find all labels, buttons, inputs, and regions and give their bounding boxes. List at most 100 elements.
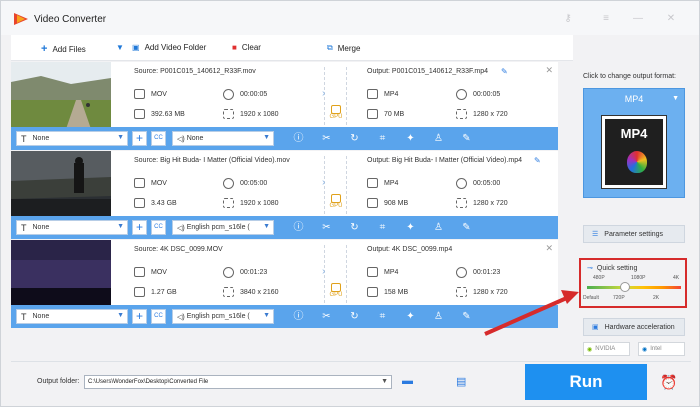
source-resolution: 3840 x 2160	[223, 287, 279, 297]
cut-icon[interactable]: ✂	[320, 132, 333, 145]
clock-icon	[223, 178, 234, 189]
add-video-folder-button[interactable]: ▣ Add Video Folder	[132, 43, 206, 52]
key-icon[interactable]: ⚷	[562, 13, 574, 25]
chevron-down-icon: ▼	[263, 223, 270, 230]
merge-button[interactable]: ⧉ Merge	[327, 43, 360, 53]
output-format-name: MP4	[624, 94, 644, 104]
output-size: 70 MB	[367, 109, 404, 119]
browse-folder-icon[interactable]: ▬	[402, 375, 416, 387]
toolbar: + Add Files ▼ ▣ Add Video Folder ■ Clear ⧉ M…	[11, 35, 573, 61]
edit-icon[interactable]: ✎	[460, 310, 473, 323]
output-folder-value: C:\Users\WonderFox\Desktop\Converted Fil…	[88, 379, 209, 385]
merge-icon: ⧉	[327, 43, 333, 52]
crop-icon[interactable]: ⌗	[376, 132, 389, 145]
run-button[interactable]: Run	[525, 364, 647, 400]
hardware-acceleration-button[interactable]: ▣ Hardware acceleration	[583, 318, 685, 336]
output-size: 908 MB	[367, 198, 408, 208]
edit-output-name-icon[interactable]: ✎	[501, 67, 508, 76]
cc-subtitle-button[interactable]: CC	[151, 309, 166, 324]
add-files-dropdown-icon[interactable]: ▼	[116, 43, 124, 52]
source-size-value: 1.27 GB	[151, 288, 177, 296]
add-files-button[interactable]: + Add Files	[41, 43, 86, 55]
gpu-chip-icon	[331, 105, 341, 114]
close-icon[interactable]: ✕	[665, 13, 677, 25]
audio-track-select[interactable]: ◁) English pcm_s16le (▼	[172, 220, 274, 235]
cc-subtitle-button[interactable]: CC	[151, 220, 166, 235]
arrow-right-icon: ›	[322, 88, 326, 99]
output-format: MP4	[367, 89, 398, 99]
quality-slider-handle[interactable]	[619, 282, 630, 292]
source-size: 392.63 MB	[134, 109, 185, 119]
effects-icon[interactable]: ✦	[404, 310, 417, 323]
intel-label: Intel	[650, 346, 662, 352]
output-resolution-value: 1280 x 720	[473, 199, 508, 207]
subtitle-select[interactable]: T None ▼	[16, 131, 128, 146]
crop-icon[interactable]: ⌗	[376, 310, 389, 323]
rotate-icon[interactable]: ↻	[348, 221, 361, 234]
output-filename: Output: P001C015_140612_R33F.mp4	[367, 68, 489, 75]
clock-icon	[456, 178, 467, 189]
quality-slider-track[interactable]	[587, 286, 681, 289]
output-resolution-value: 1280 x 720	[473, 110, 508, 118]
video-format-icon	[367, 178, 378, 188]
video-format-icon	[134, 89, 145, 99]
edit-icon[interactable]: ✎	[460, 221, 473, 234]
cc-subtitle-button[interactable]: CC	[151, 131, 166, 146]
quick-setting-header: ⊸ Quick setting	[587, 264, 638, 273]
nvidia-logo-icon: ◉	[587, 346, 593, 353]
gpu-badge: GPU	[329, 194, 343, 210]
source-filename: Source: 4K DSC_0099.MOV	[134, 246, 223, 253]
edit-output-name-icon[interactable]: ✎	[534, 156, 541, 165]
edit-icon[interactable]: ✎	[460, 132, 473, 145]
clear-button[interactable]: ■ Clear	[232, 43, 261, 52]
rotate-icon[interactable]: ↻	[348, 310, 361, 323]
quality-label-default: Default	[583, 295, 599, 301]
crop-icon[interactable]: ⌗	[376, 221, 389, 234]
output-format-value: MP4	[384, 90, 399, 98]
nvidia-checkbox[interactable]: ◉ NVIDIA	[583, 342, 630, 356]
subtitle-select[interactable]: T None ▼	[16, 309, 128, 324]
trash-icon: ■	[232, 43, 237, 52]
watermark-icon[interactable]: ♙	[432, 310, 445, 323]
output-resolution: 1280 x 720	[456, 287, 508, 297]
sliders-icon: ☰	[592, 231, 599, 238]
quick-setting-label: Quick setting	[596, 264, 638, 272]
parameter-settings-button[interactable]: ☰ Parameter settings	[583, 225, 685, 243]
info-icon[interactable]: ⓘ	[292, 221, 305, 234]
source-duration: 00:01:23	[223, 267, 267, 278]
parameter-settings-label: Parameter settings	[604, 230, 664, 238]
intel-checkbox[interactable]: ◉ Intel	[638, 342, 685, 356]
text-icon: T	[21, 222, 27, 233]
output-size-value: 158 MB	[384, 288, 409, 296]
add-subtitle-button[interactable]: +	[132, 220, 147, 235]
remove-item-icon[interactable]: ✕	[545, 65, 553, 76]
audio-track-select[interactable]: ◁) English pcm_s16le (▼	[172, 309, 274, 324]
subtitle-select[interactable]: T None ▼	[16, 220, 128, 235]
audio-track-select[interactable]: ◁) None ▼	[172, 131, 274, 146]
alarm-clock-icon[interactable]: ⏰	[660, 374, 678, 392]
effects-icon[interactable]: ✦	[404, 221, 417, 234]
video-format-icon	[134, 178, 145, 188]
output-folder-input[interactable]: C:\Users\WonderFox\Desktop\Converted Fil…	[84, 375, 392, 389]
gpu-chip-icon	[331, 283, 341, 292]
add-subtitle-button[interactable]: +	[132, 309, 147, 324]
cut-icon[interactable]: ✂	[320, 221, 333, 234]
watermark-icon[interactable]: ♙	[432, 221, 445, 234]
add-subtitle-button[interactable]: +	[132, 131, 147, 146]
gpu-label: GPU	[329, 203, 343, 209]
cut-icon[interactable]: ✂	[320, 310, 333, 323]
menu-icon[interactable]: ≡	[600, 13, 612, 25]
output-format-selector[interactable]: MP4 ▼ MP4	[583, 88, 685, 198]
open-output-folder-icon[interactable]: ▤	[456, 375, 470, 388]
minimize-icon[interactable]: —	[632, 13, 644, 25]
info-icon[interactable]: ⓘ	[292, 310, 305, 323]
balloon-icon	[627, 151, 647, 173]
output-format-value: MP4	[384, 268, 399, 276]
info-icon[interactable]: ⓘ	[292, 132, 305, 145]
watermark-icon[interactable]: ♙	[432, 132, 445, 145]
effects-icon[interactable]: ✦	[404, 132, 417, 145]
change-format-label: Click to change output format:	[583, 73, 676, 80]
mp4-disc-image: MP4	[605, 119, 663, 185]
remove-item-icon[interactable]: ✕	[545, 243, 553, 254]
rotate-icon[interactable]: ↻	[348, 132, 361, 145]
